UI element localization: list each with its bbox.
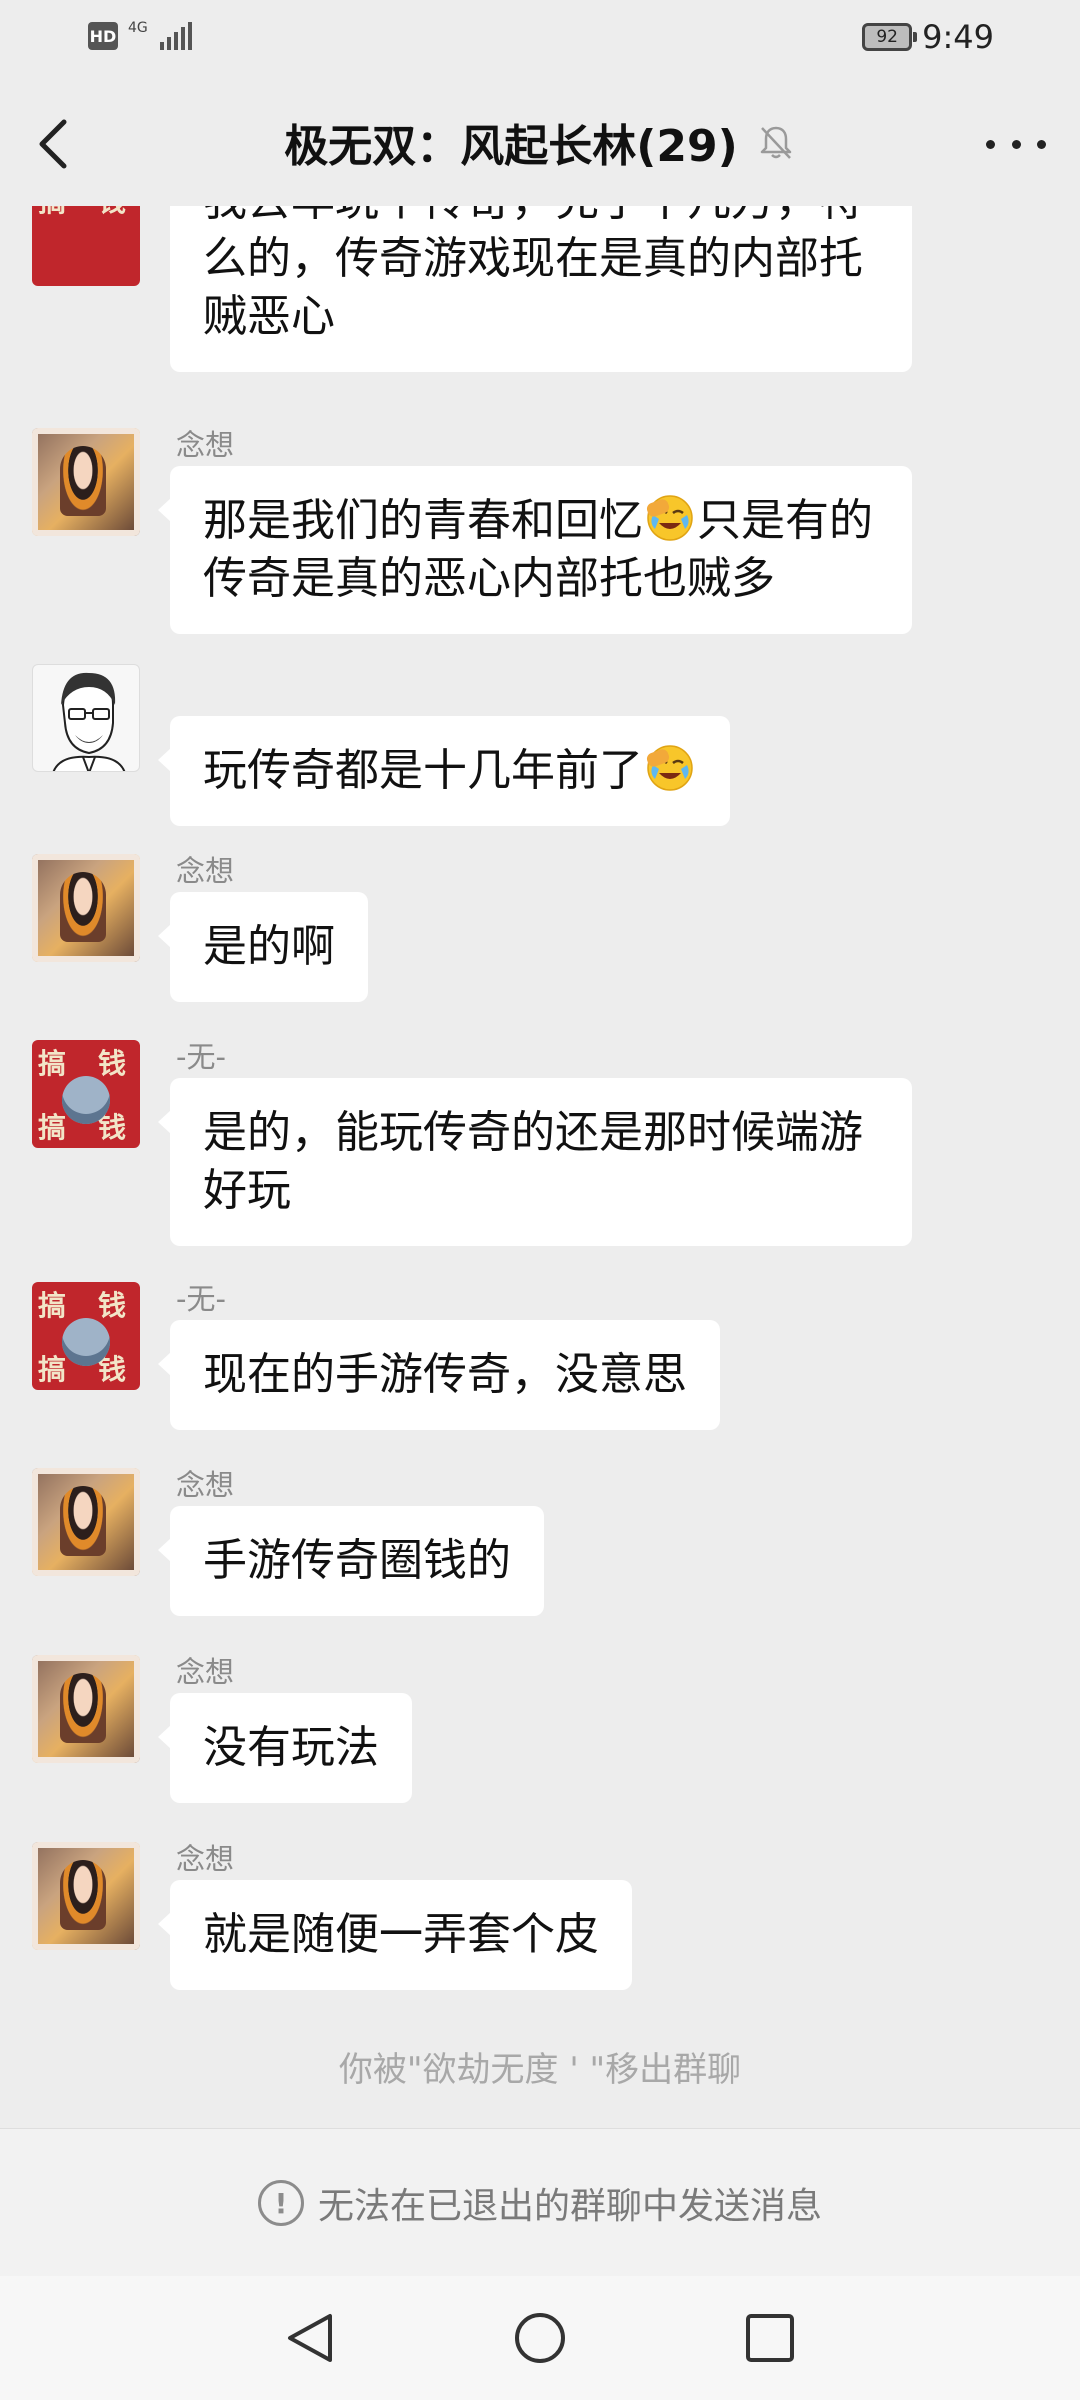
sender-name: 念想 — [176, 428, 235, 462]
hd-badge: HD — [88, 22, 118, 50]
status-bar: HD 4G 92 9:49 — [0, 0, 1080, 80]
sender-name: -无- — [176, 1040, 226, 1074]
sender-name: 念想 — [176, 1468, 235, 1502]
sketch-portrait-icon — [52, 672, 126, 771]
exclamation-circle-icon: ! — [257, 2180, 304, 2226]
back-button[interactable] — [30, 116, 80, 172]
chat-title: 极无双：风起长林(29) — [284, 121, 738, 172]
battery-icon: 92 — [862, 23, 918, 51]
sender-name: 念想 — [176, 1655, 235, 1689]
system-note: 你被"欲劫无度 ' "移出群聊 — [338, 2050, 742, 2090]
chevron-left-icon — [39, 119, 67, 169]
dot-icon — [1011, 139, 1021, 149]
system-nav-bar — [0, 2276, 1080, 2400]
sender-name: 念想 — [176, 854, 235, 888]
avatar[interactable] — [32, 428, 140, 536]
nav-back-button[interactable] — [282, 2310, 338, 2366]
square-recents-icon — [746, 2314, 794, 2362]
avatar[interactable] — [32, 1655, 140, 1763]
message-bubble[interactable]: 玩传奇都是十几年前了 — [158, 716, 730, 826]
message-bubble[interactable]: 是的，能玩传奇的还是那时候端游好玩 — [158, 1078, 912, 1246]
network-type: 4G — [128, 20, 148, 36]
chat-title-group[interactable]: 极无双：风起长林(29) — [284, 110, 795, 174]
signal-icon — [159, 22, 192, 50]
dot-icon — [986, 139, 995, 149]
avatar[interactable] — [32, 1842, 140, 1950]
dot-icon — [1037, 139, 1046, 149]
avatar[interactable]: 搞 钱 — [32, 206, 140, 286]
facepalm-cry-emoji-icon — [646, 495, 693, 541]
exited-group-banner: ! 无法在已退出的群聊中发送消息 — [0, 2128, 1080, 2277]
avatar[interactable] — [32, 1468, 140, 1576]
facepalm-cry-emoji-icon — [646, 745, 693, 791]
message-bubble[interactable]: 我去年玩个传奇，充了十几万，特么的，传奇游戏现在是真的内部托贼恶心 — [170, 206, 912, 372]
message-bubble[interactable]: 现在的手游传奇，没意思 — [158, 1320, 720, 1430]
avatar[interactable]: 搞 钱 搞 钱 — [32, 1040, 140, 1148]
avatar[interactable] — [32, 854, 140, 962]
message-bubble[interactable]: 没有玩法 — [158, 1693, 412, 1803]
muted-bell-icon — [760, 126, 791, 159]
nav-home-button[interactable] — [512, 2310, 568, 2366]
status-right: 92 9:49 — [862, 18, 994, 56]
status-left: HD 4G — [88, 20, 192, 50]
chat-header: 极无双：风起长林(29) — [0, 80, 1080, 206]
header-title-container: 极无双：风起长林(29) — [0, 110, 1080, 174]
chat-message-list[interactable]: 搞 钱 我去年玩个传奇，充了十几万，特么的，传奇游戏现在是真的内部托贼恶心 念想… — [0, 206, 1080, 2128]
nav-recents-button[interactable] — [742, 2310, 798, 2366]
sender-name: -无- — [176, 1282, 226, 1316]
triangle-back-icon — [288, 2314, 332, 2362]
avatar[interactable] — [32, 664, 140, 772]
sender-name: 念想 — [176, 1842, 235, 1876]
clock: 9:49 — [922, 18, 994, 56]
message-bubble[interactable]: 是的啊 — [158, 892, 368, 1002]
message-bubble[interactable]: 手游传奇圈钱的 — [158, 1506, 544, 1616]
message-bubble[interactable]: 那是我们的青春和回忆 只是有的传奇是真的恶心内部托也贼多 — [158, 466, 912, 634]
circle-home-icon — [515, 2313, 565, 2363]
message-bubble[interactable]: 就是随便一弄套个皮 — [158, 1880, 632, 1990]
avatar[interactable]: 搞 钱 搞 钱 — [32, 1282, 140, 1390]
exited-group-text: 无法在已退出的群聊中发送消息 — [317, 2186, 822, 2227]
message-text: 那是我们的青春和回忆 — [203, 495, 643, 546]
more-options-button[interactable] — [986, 132, 1046, 156]
message-text: 玩传奇都是十几年前了 — [203, 745, 643, 796]
